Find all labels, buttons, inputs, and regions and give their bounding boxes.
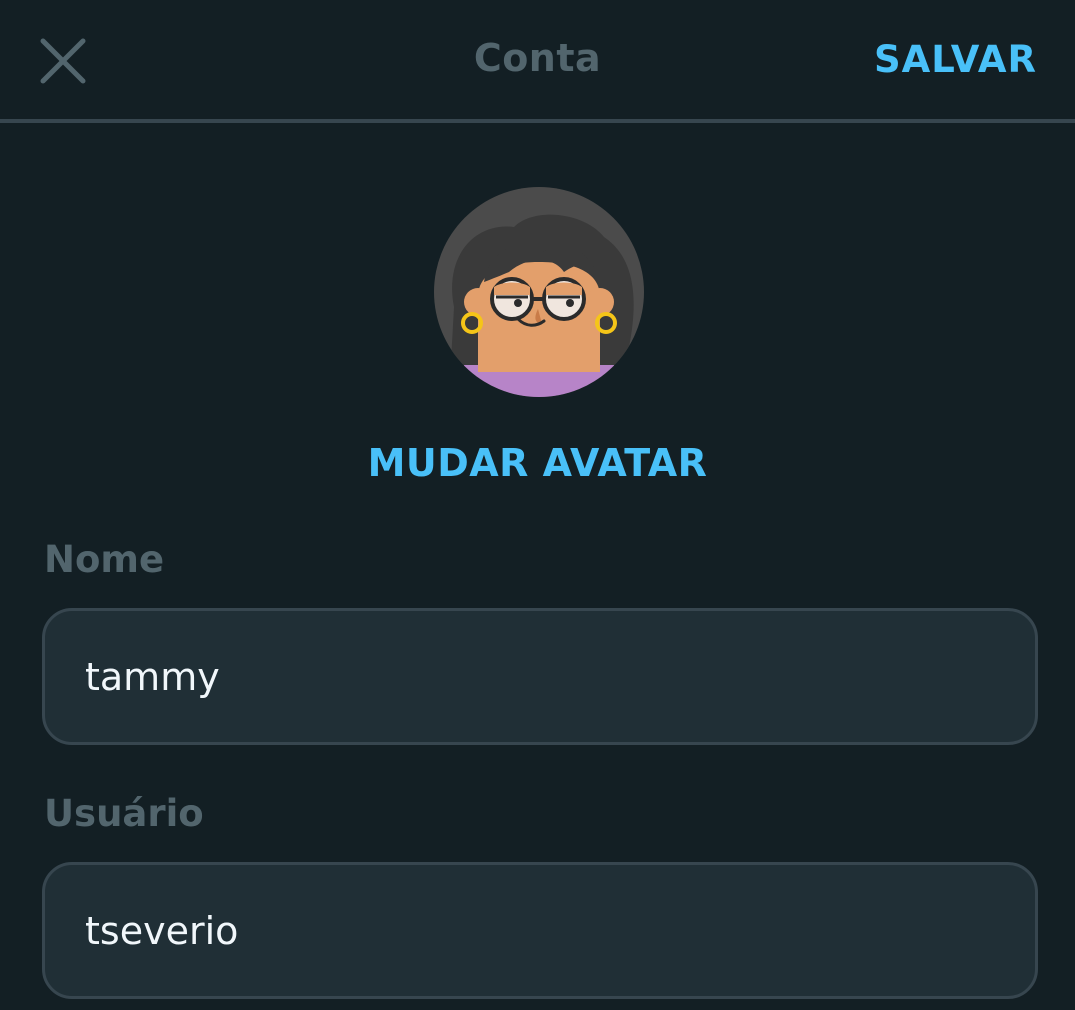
avatar[interactable] [434,187,644,397]
save-button[interactable]: SALVAR [874,38,1037,81]
header-divider [0,119,1075,123]
avatar-illustration [434,187,644,397]
change-avatar-button[interactable]: MUDAR AVATAR [0,441,1075,485]
username-label: Usuário [44,792,204,835]
name-field[interactable] [42,608,1038,745]
top-bar: Conta SALVAR [0,0,1075,120]
username-field[interactable] [42,862,1038,999]
name-label: Nome [44,538,165,581]
username-input[interactable] [85,865,985,996]
name-input[interactable] [85,611,985,742]
